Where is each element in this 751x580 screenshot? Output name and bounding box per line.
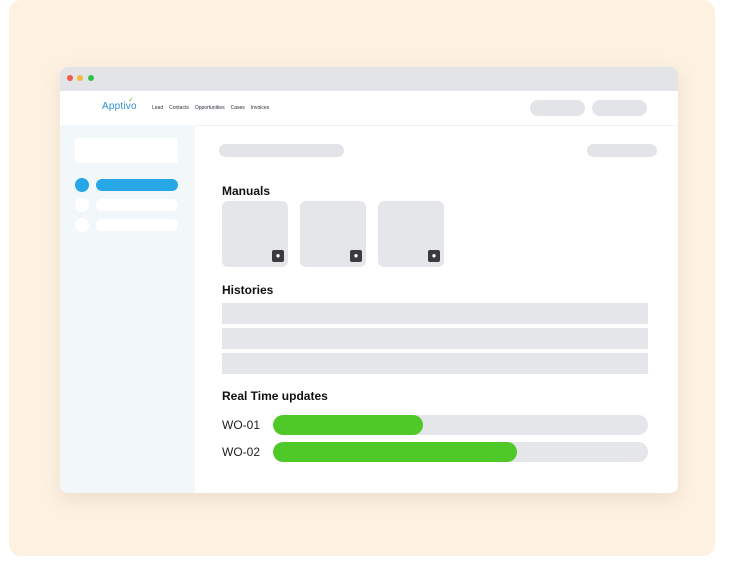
nav-link-invoices[interactable]: Invoices	[251, 105, 269, 111]
header-button-placeholder-1[interactable]	[530, 100, 585, 116]
minimize-window-button[interactable]	[77, 75, 83, 81]
nav-link-opportunities[interactable]: Opportunities	[195, 105, 225, 111]
page-action-placeholder[interactable]	[587, 144, 657, 157]
nav-link-lead[interactable]: Lead	[152, 105, 163, 111]
sidebar-item-label-placeholder	[96, 199, 178, 211]
document-download-icon[interactable]: ●	[272, 250, 284, 262]
histories-heading: Histories	[222, 283, 274, 297]
app-window: Apptivo ✓ Lead Contacts Opportunities Ca…	[60, 67, 678, 493]
logo-leaf-icon: ✓	[128, 97, 134, 104]
sidebar-item-icon	[75, 178, 89, 192]
sidebar-item-label-placeholder	[96, 179, 178, 191]
document-download-icon[interactable]: ●	[428, 250, 440, 262]
progress-track-wo-02	[273, 442, 648, 462]
progress-fill-wo-01	[273, 415, 423, 435]
manual-card[interactable]: ●	[378, 201, 444, 267]
page-title-placeholder	[219, 144, 344, 157]
header-button-placeholder-2[interactable]	[592, 100, 647, 116]
manual-card[interactable]: ●	[300, 201, 366, 267]
update-label-wo-02: WO-02	[222, 445, 261, 459]
maximize-window-button[interactable]	[88, 75, 94, 81]
sidebar-item-label-placeholder	[96, 219, 178, 231]
main-content: Manuals ● ● ● Histories Real Time update…	[195, 125, 678, 493]
realtime-updates-heading: Real Time updates	[222, 389, 328, 403]
progress-track-wo-01	[273, 415, 648, 435]
nav-links: Lead Contacts Opportunities Cases Invoic…	[152, 105, 269, 111]
nav-link-cases[interactable]: Cases	[231, 105, 245, 111]
document-download-icon[interactable]: ●	[350, 250, 362, 262]
manual-card[interactable]: ●	[222, 201, 288, 267]
history-row[interactable]	[222, 303, 648, 324]
progress-fill-wo-02	[273, 442, 517, 462]
sidebar-item-icon	[75, 198, 89, 212]
close-window-button[interactable]	[67, 75, 73, 81]
sidebar-item-icon	[75, 218, 89, 232]
sidebar-search-placeholder[interactable]	[75, 138, 178, 163]
sidebar	[60, 125, 195, 493]
top-navbar: Apptivo ✓ Lead Contacts Opportunities Ca…	[60, 91, 678, 126]
update-label-wo-01: WO-01	[222, 418, 261, 432]
history-row[interactable]	[222, 353, 648, 374]
window-titlebar	[60, 67, 678, 91]
history-row[interactable]	[222, 328, 648, 349]
nav-link-contacts[interactable]: Contacts	[169, 105, 189, 111]
manuals-heading: Manuals	[222, 184, 271, 198]
